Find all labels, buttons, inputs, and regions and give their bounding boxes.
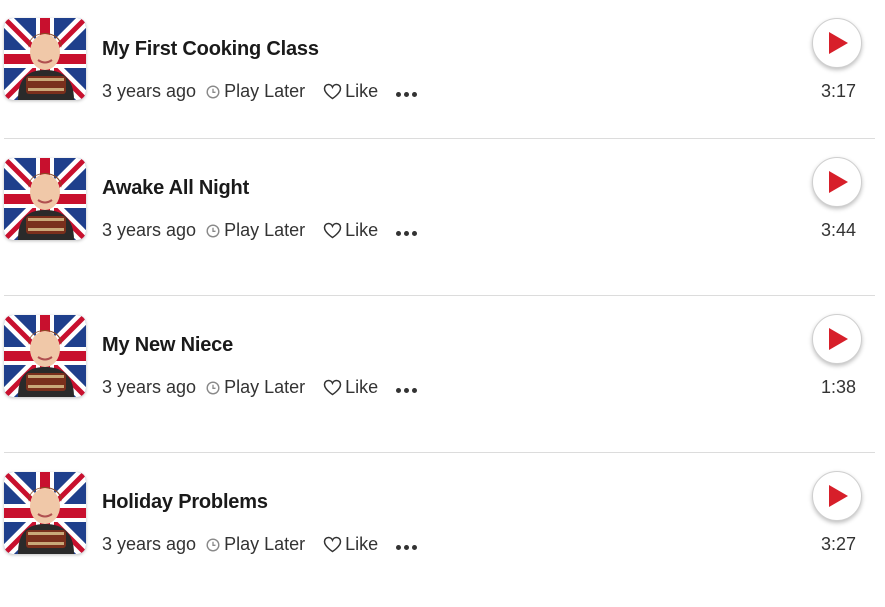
play-button[interactable] <box>812 157 862 207</box>
more-dot <box>412 231 418 236</box>
like-button[interactable]: Like <box>323 377 378 398</box>
more-options-button[interactable] <box>396 92 418 97</box>
play-later-button[interactable]: Play Later <box>206 81 305 102</box>
like-label: Like <box>345 220 379 240</box>
episode-title[interactable]: My First Cooking Class <box>102 38 319 61</box>
more-dot <box>396 388 402 393</box>
episode-age: 3 years ago <box>102 220 197 240</box>
episode-title[interactable]: Awake All Night <box>102 177 249 200</box>
play-icon <box>829 32 848 54</box>
play-button[interactable] <box>812 471 862 521</box>
episode-title[interactable]: Holiday Problems <box>102 491 268 514</box>
play-later-button[interactable]: Play Later <box>206 534 305 555</box>
play-later-label: Play Later <box>224 377 306 397</box>
episode-row: Awake All Night 3 years ago Play Later L… <box>0 139 885 296</box>
heart-icon <box>323 379 342 396</box>
like-label: Like <box>345 81 379 101</box>
more-dot <box>412 545 418 550</box>
more-dot <box>404 92 410 97</box>
like-label: Like <box>345 534 379 554</box>
episode-duration: 3:44 <box>820 220 856 240</box>
episode-meta: 3 years ago Play Later Like <box>102 220 418 241</box>
episode-age: 3 years ago <box>102 534 197 554</box>
more-dot <box>412 92 418 97</box>
play-later-button[interactable]: Play Later <box>206 377 305 398</box>
more-dot <box>412 388 418 393</box>
heart-icon <box>323 536 342 553</box>
play-later-label: Play Later <box>224 220 306 240</box>
episode-meta: 3 years ago Play Later Like <box>102 534 418 555</box>
play-icon <box>829 171 848 193</box>
clock-icon <box>206 380 220 395</box>
episode-age: 3 years ago <box>102 377 197 397</box>
play-later-label: Play Later <box>224 534 306 554</box>
episode-thumbnail[interactable] <box>4 158 86 240</box>
heart-icon <box>323 83 342 100</box>
more-dot <box>404 545 410 550</box>
like-button[interactable]: Like <box>323 534 378 555</box>
more-dot <box>404 388 410 393</box>
episode-meta: 3 years ago Play Later Like <box>102 81 418 102</box>
more-dot <box>396 92 402 97</box>
episode-thumbnail[interactable] <box>4 315 86 397</box>
episode-title[interactable]: My New Niece <box>102 334 233 357</box>
play-later-button[interactable]: Play Later <box>206 220 305 241</box>
more-dot <box>404 231 410 236</box>
play-icon <box>829 328 848 350</box>
episode-row: Holiday Problems 3 years ago Play Later … <box>0 453 885 607</box>
episode-duration: 3:17 <box>820 81 856 101</box>
like-button[interactable]: Like <box>323 220 378 241</box>
like-label: Like <box>345 377 379 397</box>
play-later-label: Play Later <box>224 81 306 101</box>
clock-icon <box>206 537 220 552</box>
episode-list: My First Cooking Class 3 years ago Play … <box>0 0 885 607</box>
play-button[interactable] <box>812 314 862 364</box>
play-icon <box>829 485 848 507</box>
like-button[interactable]: Like <box>323 81 378 102</box>
episode-thumbnail[interactable] <box>4 18 86 100</box>
episode-row: My New Niece 3 years ago Play Later Like <box>0 296 885 453</box>
more-options-button[interactable] <box>396 388 418 393</box>
episode-meta: 3 years ago Play Later Like <box>102 377 418 398</box>
episode-duration: 1:38 <box>820 377 856 397</box>
play-button[interactable] <box>812 18 862 68</box>
heart-icon <box>323 222 342 239</box>
episode-duration: 3:27 <box>820 534 856 554</box>
more-dot <box>396 545 402 550</box>
episode-age: 3 years ago <box>102 81 197 101</box>
more-options-button[interactable] <box>396 545 418 550</box>
more-dot <box>396 231 402 236</box>
clock-icon <box>206 84 220 99</box>
episode-row: My First Cooking Class 3 years ago Play … <box>0 0 885 139</box>
more-options-button[interactable] <box>396 231 418 236</box>
episode-thumbnail[interactable] <box>4 472 86 554</box>
clock-icon <box>206 223 220 238</box>
